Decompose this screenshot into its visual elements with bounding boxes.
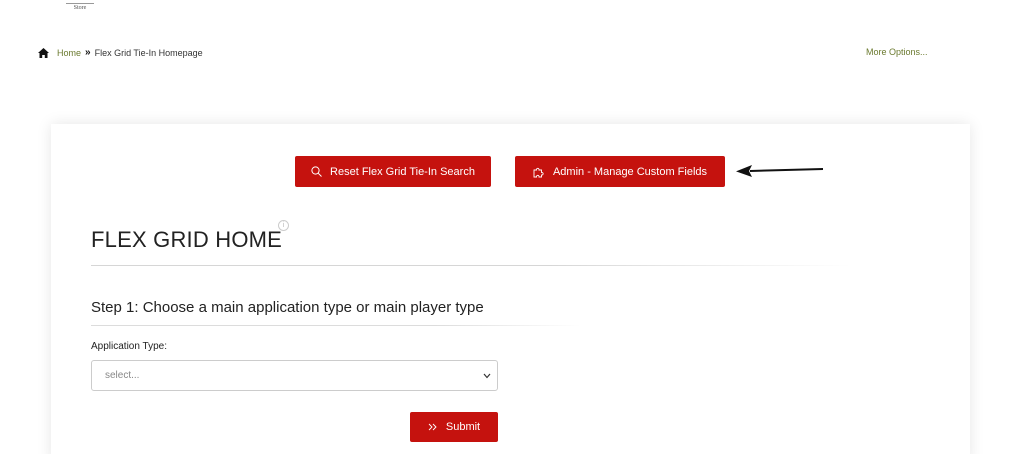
- breadcrumb-separator: »: [85, 47, 91, 58]
- title-divider: [91, 265, 851, 266]
- submit-button[interactable]: Submit: [410, 412, 498, 442]
- more-options-link[interactable]: More Options...: [866, 47, 928, 57]
- admin-manage-custom-fields-button[interactable]: Admin - Manage Custom Fields: [515, 156, 725, 187]
- application-type-select[interactable]: select...: [91, 360, 498, 391]
- submit-label: Submit: [445, 421, 481, 433]
- home-icon[interactable]: [38, 47, 49, 58]
- arrow-left-icon: [736, 165, 824, 177]
- application-type-label: Application Type:: [91, 341, 167, 352]
- chevron-down-icon: [483, 373, 491, 379]
- step-divider: [91, 325, 581, 326]
- logo-text: Store: [73, 5, 87, 11]
- puzzle-icon: [533, 167, 544, 177]
- logo-rule: [66, 0, 94, 4]
- logo[interactable]: Store: [60, 0, 100, 11]
- reset-search-button[interactable]: Reset Flex Grid Tie-In Search: [295, 156, 491, 187]
- breadcrumb-current: Flex Grid Tie-In Homepage: [94, 47, 203, 58]
- breadcrumb-home-link[interactable]: Home: [57, 48, 81, 58]
- info-icon[interactable]: i: [278, 220, 289, 231]
- reset-search-label: Reset Flex Grid Tie-In Search: [330, 165, 475, 178]
- page-title: FLEX GRID HOME: [91, 227, 283, 252]
- search-icon: [311, 166, 322, 177]
- application-type-value: select...: [105, 370, 140, 381]
- admin-manage-custom-fields-label: Admin - Manage Custom Fields: [552, 165, 708, 178]
- main-card: Reset Flex Grid Tie-In Search Admin - Ma…: [51, 124, 970, 454]
- step-1-heading: Step 1: Choose a main application type o…: [91, 299, 484, 316]
- breadcrumb: Home » Flex Grid Tie-In Homepage: [38, 47, 203, 58]
- double-chevron-right-icon: [428, 423, 437, 431]
